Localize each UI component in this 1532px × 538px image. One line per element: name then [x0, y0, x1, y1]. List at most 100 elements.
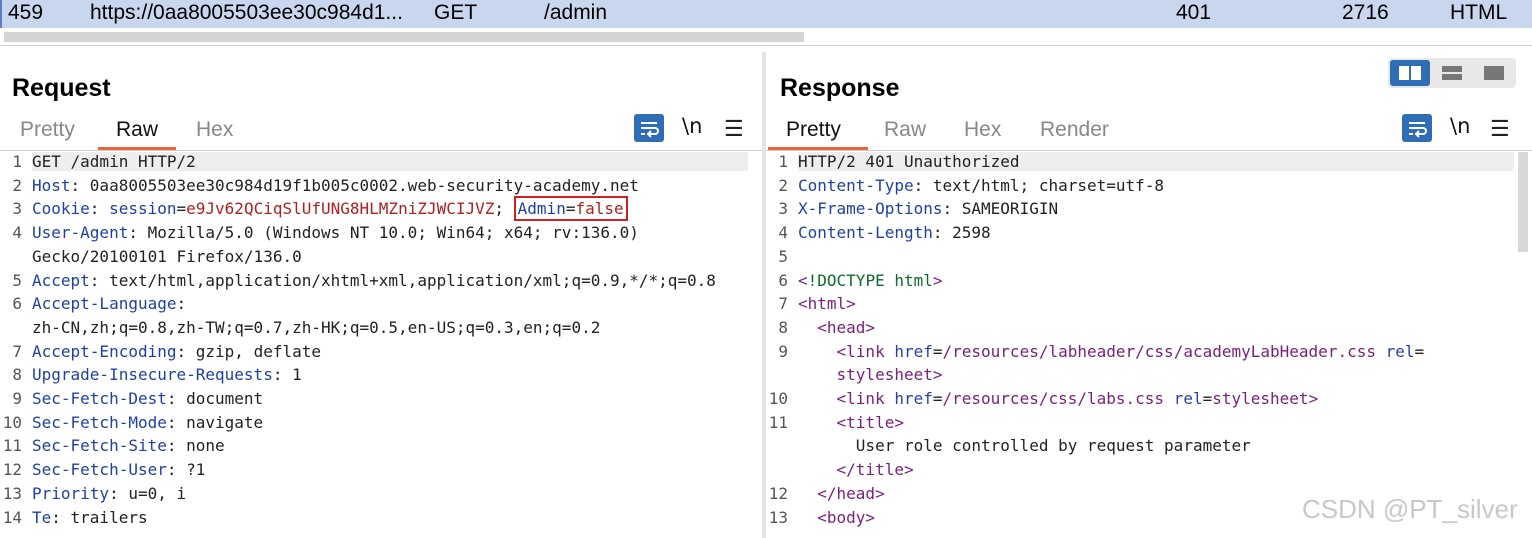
layout-split-rows-button[interactable]: [1432, 60, 1472, 86]
response-line: </title>: [798, 460, 914, 479]
line-number: 4: [12, 223, 22, 243]
request-line: Host: 0aa8005503ee30c984d19f1b005c0002.w…: [32, 176, 639, 195]
tab-response-render[interactable]: Render: [1040, 118, 1109, 142]
text: [798, 342, 837, 361]
request-line: User-Agent: Mozilla/5.0 (Windows NT 10.0…: [32, 223, 639, 242]
request-line: Sec-Fetch-Site: none: [32, 436, 225, 455]
text: : text/html; charset=utf-8: [913, 175, 1165, 195]
request-line: Priority: u=0, i: [32, 484, 186, 503]
text: : SAMEORIGIN: [942, 199, 1059, 219]
request-line: Sec-Fetch-User: ?1: [32, 460, 205, 479]
tab-response-pretty[interactable]: Pretty: [786, 118, 841, 142]
line-number: 5: [778, 246, 788, 266]
header-name: Sec-Fetch-Site: [32, 436, 167, 456]
header-value: : none: [166, 436, 225, 456]
response-editor[interactable]: 1 HTTP/2 401 Unauthorized 2 Content-Type: t…: [766, 152, 1518, 538]
text: [798, 389, 837, 408]
tab-request-raw[interactable]: Raw: [116, 118, 158, 142]
header-value: : 0aa8005503ee30c984d19f1b005c0002.web-s…: [70, 175, 639, 195]
header-value: : gzip, deflate: [176, 341, 322, 361]
header-name: Priority: [32, 483, 110, 503]
line-number: 2: [12, 175, 22, 195]
response-line: <title>: [798, 413, 904, 432]
admin-cookie-name: Admin: [517, 199, 566, 219]
show-newlines-button[interactable]: \n: [1450, 114, 1470, 138]
line-number: 8: [12, 365, 22, 385]
header-value: : ?1: [166, 460, 206, 480]
header-value: zh-CN,zh;q=0.8,zh-TW;q=0.7,zh-HK;q=0.5,e…: [32, 317, 601, 337]
request-editor-border: [0, 150, 762, 151]
response-pane: Response Pretty Raw Hex Render \n ☰ 1 HTT…: [766, 52, 1532, 538]
html-tag: >: [932, 270, 943, 290]
response-line: X-Frame-Options: SAMEORIGIN: [798, 199, 1058, 218]
line-number: 10: [768, 389, 788, 408]
request-line-text: GET /admin HTTP/2: [32, 152, 196, 171]
line-number: 14: [2, 507, 22, 527]
text: [798, 413, 837, 432]
response-line: HTTP/2 401 Unauthorized: [798, 152, 1514, 171]
single-pane-icon: [1484, 66, 1504, 80]
split-rows-icon: [1442, 66, 1462, 80]
header-name: Te: [32, 507, 52, 527]
response-editor-border: [766, 150, 1532, 151]
history-row-selected[interactable]: 459 https://0aa8005503ee30c984d1... GET …: [0, 0, 1532, 28]
line-number: 2: [778, 175, 788, 195]
request-line: Accept-Encoding: gzip, deflate: [32, 342, 321, 361]
text: : 2598: [932, 223, 991, 243]
line-number: 6: [12, 294, 22, 314]
response-vertical-scrollbar[interactable]: [1518, 152, 1528, 252]
html-tag: <title>: [836, 412, 904, 432]
line-number: 1: [12, 152, 22, 171]
request-menu-button[interactable]: ☰: [724, 116, 744, 142]
history-method: GET: [434, 1, 478, 24]
scrollbar-thumb[interactable]: [4, 32, 804, 42]
response-line: </head>: [798, 484, 884, 503]
response-line: <!DOCTYPE html>: [798, 271, 943, 290]
line-number: 13: [2, 483, 22, 503]
show-newlines-button[interactable]: \n: [682, 114, 702, 138]
line-number: 11: [768, 412, 788, 432]
html-tag: <html>: [798, 294, 856, 314]
header-name: Accept-Language: [32, 294, 177, 314]
html-tag: <link: [836, 341, 895, 361]
tab-request-hex[interactable]: Hex: [196, 118, 233, 142]
html-tag: /resources/labheader/css/academyLabHeade…: [942, 341, 1386, 361]
wrap-lines-button[interactable]: [634, 114, 664, 142]
text: =: [1202, 389, 1213, 408]
layout-single-pane-button[interactable]: [1474, 60, 1514, 86]
admin-cookie-highlight: Admin=false: [513, 196, 628, 222]
history-status: 401: [1176, 1, 1212, 24]
header-name: Content-Length: [798, 223, 933, 243]
wrap-lines-button[interactable]: [1402, 114, 1432, 142]
response-line: stylesheet>: [798, 365, 943, 384]
request-editor[interactable]: 1 GET /admin HTTP/2 2 Host: 0aa8005503ee30c…: [0, 152, 762, 538]
tab-response-hex[interactable]: Hex: [964, 118, 1001, 142]
layout-split-columns-button[interactable]: [1390, 60, 1430, 86]
header-name: Accept: [32, 270, 90, 290]
html-tag: <head>: [817, 317, 876, 337]
text: [798, 318, 817, 337]
header-name: X-Frame-Options: [798, 199, 943, 219]
history-length: 2716: [1342, 1, 1389, 24]
line-number: 6: [778, 270, 788, 290]
header-value: : 1: [272, 365, 302, 385]
doctype: !DOCTYPE html: [807, 270, 933, 290]
line-number: 11: [2, 436, 22, 456]
response-tabs: Pretty Raw Hex Render: [766, 118, 1386, 150]
line-number: 3: [778, 199, 788, 219]
request-line: Cookie: session=e9Jv62QCiqSlUfUNG8HLMZni…: [32, 196, 628, 222]
tab-request-pretty[interactable]: Pretty: [20, 118, 75, 142]
response-menu-button[interactable]: ☰: [1490, 116, 1510, 142]
header-value: : u=0, i: [109, 483, 187, 503]
cookie-equals: =: [176, 199, 187, 219]
html-tag: stylesheet>: [836, 365, 943, 385]
request-line: Accept-Language:: [32, 294, 186, 313]
tab-response-raw[interactable]: Raw: [884, 118, 926, 142]
html-tag: /resources/css/labs.css: [942, 389, 1174, 408]
text: [798, 484, 817, 503]
response-line: <body>: [798, 508, 875, 527]
header-name: User-Agent: [32, 223, 129, 243]
response-line: Content-Length: 2598: [798, 223, 991, 242]
history-id: 459: [8, 1, 44, 24]
history-horizontal-scrollbar[interactable]: [0, 28, 1532, 46]
